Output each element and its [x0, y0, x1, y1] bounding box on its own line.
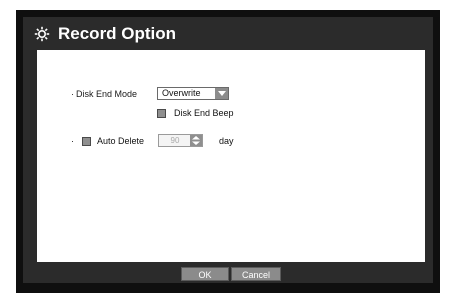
disk-end-mode-select[interactable]: Overwrite: [157, 87, 229, 100]
record-option-dialog: Record Option · Disk End Mode Overwrite D…: [23, 17, 433, 283]
chevron-down-icon[interactable]: [215, 88, 228, 99]
disk-end-beep-checkbox[interactable]: [157, 108, 166, 118]
auto-delete-days-value: 90: [170, 136, 180, 145]
ok-button[interactable]: OK: [181, 267, 229, 281]
auto-delete-unit: day: [219, 136, 234, 146]
bullet: ·: [71, 136, 74, 146]
cancel-button[interactable]: Cancel: [231, 267, 281, 281]
auto-delete-row: · Auto Delete: [71, 136, 144, 146]
dialog-title: Record Option: [58, 23, 177, 43]
disk-end-mode-label: Disk End Mode: [76, 89, 138, 99]
disk-end-mode-value: Overwrite: [162, 88, 201, 98]
gear-icon: [31, 23, 53, 45]
disk-end-beep-label: Disk End Beep: [174, 108, 234, 118]
disk-end-beep-row: Disk End Beep: [157, 108, 234, 118]
dialog-content: · Disk End Mode Overwrite Disk End Beep ·…: [37, 50, 425, 262]
dialog-title-bar: Record Option: [23, 17, 433, 50]
auto-delete-days-spinner[interactable]: 90: [158, 134, 203, 147]
disk-end-mode-row: · Disk End Mode: [71, 89, 137, 99]
auto-delete-checkbox[interactable]: [82, 136, 91, 146]
auto-delete-label: Auto Delete: [97, 136, 145, 146]
spinner-arrows-icon[interactable]: [190, 135, 202, 146]
